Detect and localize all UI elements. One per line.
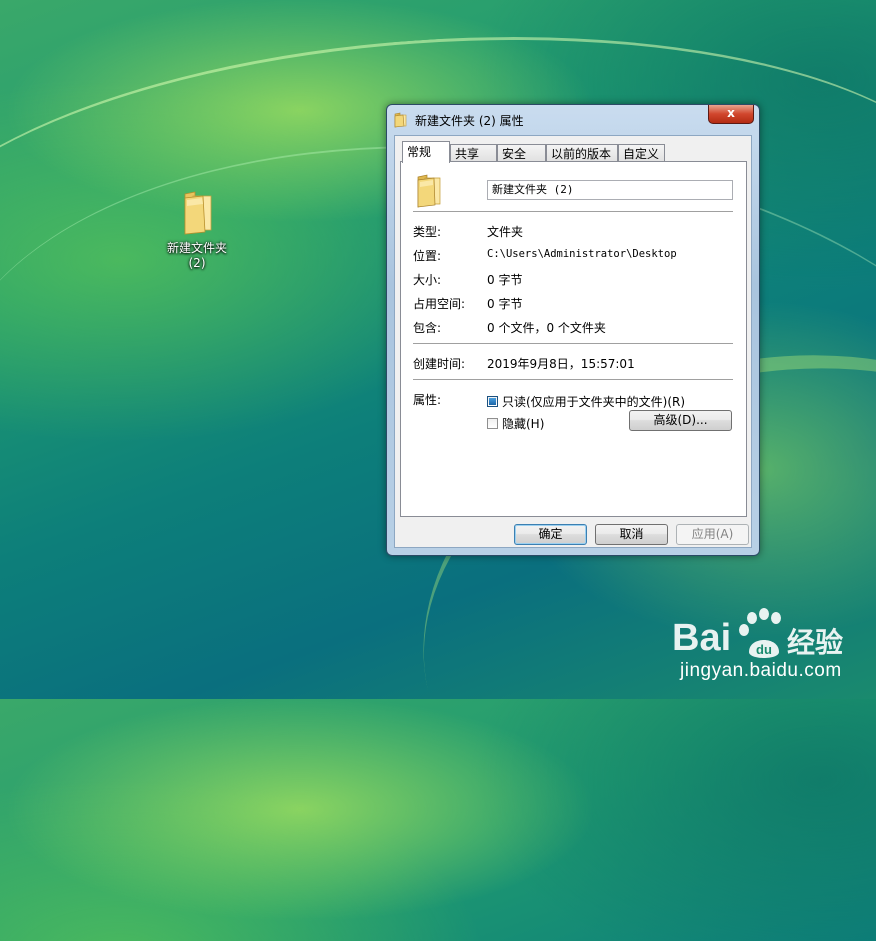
location-label: 位置: xyxy=(413,249,442,263)
baidu-jingyan-logo: Bai du 经验 xyxy=(672,608,843,659)
hidden-label: 隐藏(H) xyxy=(502,417,545,431)
size-label: 大小: xyxy=(413,273,442,287)
divider xyxy=(413,343,733,345)
dialog-client: 常规 共享 安全 以前的版本 自定义 新建文件夹 (2) 类型: 文件夹 位置:… xyxy=(394,135,752,548)
attributes-label: 属性: xyxy=(413,393,442,407)
tab-customize[interactable]: 自定义 xyxy=(618,144,665,162)
desktop-folder-label: 新建文件夹 (2) xyxy=(166,241,227,270)
size-on-disk-value: 0 字节 xyxy=(487,297,523,311)
size-on-disk-label: 占用空间: xyxy=(413,297,466,311)
folder-icon xyxy=(394,112,407,128)
tab-general[interactable]: 常规 xyxy=(402,141,450,163)
divider xyxy=(413,211,733,213)
properties-dialog: 新建文件夹 (2) 属性 x 常规 共享 安全 以前的版本 自定义 新建文件夹 … xyxy=(386,104,760,556)
title-bar[interactable]: 新建文件夹 (2) 属性 x xyxy=(387,105,759,133)
close-icon: x xyxy=(727,106,735,120)
tab-security[interactable]: 安全 xyxy=(497,144,546,162)
checkbox-unchecked-icon xyxy=(487,418,498,429)
general-panel: 新建文件夹 (2) 类型: 文件夹 位置: C:\Users\Administr… xyxy=(400,161,747,517)
desktop-folder-icon[interactable]: 新建文件夹 (2) xyxy=(160,190,234,271)
apply-button[interactable]: 应用(A) xyxy=(676,524,749,545)
readonly-label: 只读(仅应用于文件夹中的文件)(R) xyxy=(502,395,686,409)
svg-text:du: du xyxy=(756,642,772,657)
checkbox-indeterminate-icon xyxy=(487,396,498,407)
svg-text:Bai: Bai xyxy=(672,617,731,659)
divider xyxy=(413,379,733,381)
type-value: 文件夹 xyxy=(487,225,524,239)
created-value: 2019年9月8日，15:57:01 xyxy=(487,357,635,371)
readonly-checkbox[interactable]: 只读(仅应用于文件夹中的文件)(R) xyxy=(487,393,685,410)
hidden-checkbox[interactable]: 隐藏(H) xyxy=(487,415,544,432)
ok-button[interactable]: 确定 xyxy=(514,524,587,545)
contains-label: 包含: xyxy=(413,321,442,335)
dialog-title: 新建文件夹 (2) 属性 xyxy=(415,114,524,128)
size-value: 0 字节 xyxy=(487,273,523,287)
baidu-watermark: Bai du 经验 jingyan.baidu.com xyxy=(672,608,862,681)
watermark-url: jingyan.baidu.com xyxy=(680,660,842,681)
svg-text:经验: 经验 xyxy=(787,626,843,659)
folder-icon xyxy=(184,191,212,235)
folder-icon xyxy=(417,174,441,208)
contains-value: 0 个文件，0 个文件夹 xyxy=(487,321,606,335)
advanced-button[interactable]: 高级(D)... xyxy=(629,410,732,431)
close-button[interactable]: x xyxy=(708,105,754,124)
type-label: 类型: xyxy=(413,225,442,239)
created-label: 创建时间: xyxy=(413,357,466,371)
tab-previous-versions[interactable]: 以前的版本 xyxy=(546,144,618,162)
cancel-button[interactable]: 取消 xyxy=(595,524,668,545)
folder-name-input[interactable]: 新建文件夹 (2) xyxy=(487,180,733,200)
location-value: C:\Users\Administrator\Desktop xyxy=(487,248,677,260)
tab-sharing[interactable]: 共享 xyxy=(450,144,497,162)
